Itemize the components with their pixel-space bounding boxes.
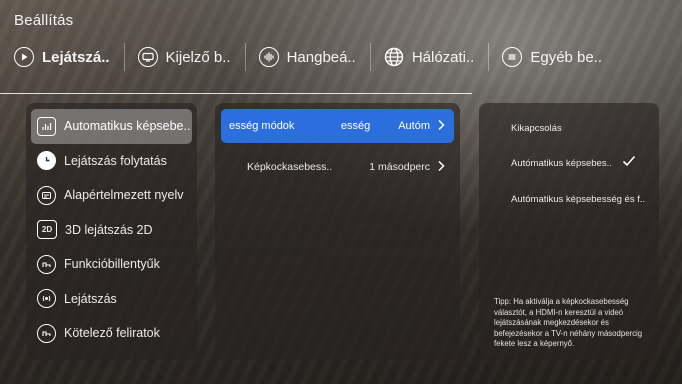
menu-item-label: Automatikus képsebe..	[64, 119, 191, 134]
tab-other[interactable]: Egyéb be..	[488, 40, 616, 74]
option-value: Autóm	[398, 120, 430, 132]
play-icon	[14, 47, 34, 67]
language-icon	[37, 185, 56, 205]
radio-option-auto[interactable]: Autómatikus képsebes..	[511, 158, 612, 169]
display-icon	[137, 47, 158, 67]
menu-item-resume-playback[interactable]: Lejátszás folytatás	[31, 144, 192, 179]
menu-item-auto-frame-rate[interactable]: Automatikus képsebe..	[31, 109, 192, 144]
option-frame-rate-mode[interactable]: esség módok esség Autóm	[221, 109, 454, 143]
option-label: Képkockasebess..	[247, 161, 333, 173]
menu-item-default-language[interactable]: Alapértelmezett nyelv	[31, 178, 192, 213]
menu-item-label: Funkcióbillentyűk	[64, 257, 160, 272]
2d-icon: 2D	[37, 220, 57, 240]
tab-divider	[0, 93, 472, 94]
audio-wave-icon	[37, 289, 56, 309]
menu-item-label: Kötelező feliratok	[64, 326, 160, 341]
tip-text: Tipp: Ha aktiválja a képkockasebesség vá…	[494, 297, 643, 348]
tab-sound[interactable]: Hangbeá..	[244, 40, 370, 74]
radio-option-off[interactable]: Kikapcsolás	[511, 123, 562, 134]
key-icon	[37, 254, 56, 274]
tab-bar: Lejátszá.. Kijelző b.. Hangbeá.. Hálózat…	[14, 40, 668, 74]
menu-item-label: Alapértelmezett nyelv	[64, 188, 184, 203]
bar-chart-icon	[37, 116, 56, 136]
tab-label: Egyéb be..	[530, 48, 603, 66]
tab-display[interactable]: Kijelző b..	[123, 40, 245, 74]
tab-playback[interactable]: Lejátszá..	[14, 40, 124, 74]
tab-label: Hálózati..	[411, 48, 475, 66]
option-label-secondary: esség	[340, 120, 371, 132]
globe-icon	[384, 47, 404, 67]
option-frame-rate-delay[interactable]: Képkockasebess.. 1 másodperc	[221, 150, 454, 184]
chevron-right-icon	[436, 160, 446, 175]
menu-item-function-keys[interactable]: Funkcióbillentyűk	[31, 247, 192, 282]
chevron-right-icon	[436, 119, 446, 134]
settings-category-list: Automatikus képsebe.. Lejátszás folytatá…	[26, 103, 197, 360]
menu-icon	[502, 47, 523, 67]
menu-item-label: Lejátszás folytatás	[64, 153, 167, 168]
menu-item-label: Lejátszás	[64, 291, 117, 306]
subtitle-icon	[37, 323, 56, 343]
checkmark-icon	[622, 155, 636, 170]
option-value: 1 másodperc	[369, 161, 430, 173]
sound-icon	[258, 47, 279, 67]
tab-network[interactable]: Hálózati..	[369, 40, 489, 74]
menu-item-forced-subtitles[interactable]: Kötelező feliratok	[31, 316, 192, 351]
menu-item-label: 3D lejátszás 2D	[65, 222, 153, 237]
tab-label: Kijelző b..	[165, 48, 231, 66]
page-title: Beállítás	[14, 12, 74, 29]
option-values-panel: Kikapcsolás Autómatikus képsebes.. Autóm…	[479, 103, 659, 360]
tab-label: Lejátszá..	[42, 48, 110, 66]
settings-options-list: esség módok esség Autóm Képkockasebess..…	[215, 103, 460, 360]
radio-option-auto-and-resolution[interactable]: Autómatikus képsebesség és f..	[511, 194, 645, 205]
clock-icon	[37, 151, 56, 171]
option-label: esség módok	[229, 120, 295, 132]
menu-item-3d-to-2d[interactable]: 2D 3D lejátszás 2D	[31, 213, 192, 248]
tab-label: Hangbeá..	[286, 48, 356, 66]
menu-item-playback[interactable]: Lejátszás	[31, 282, 192, 317]
